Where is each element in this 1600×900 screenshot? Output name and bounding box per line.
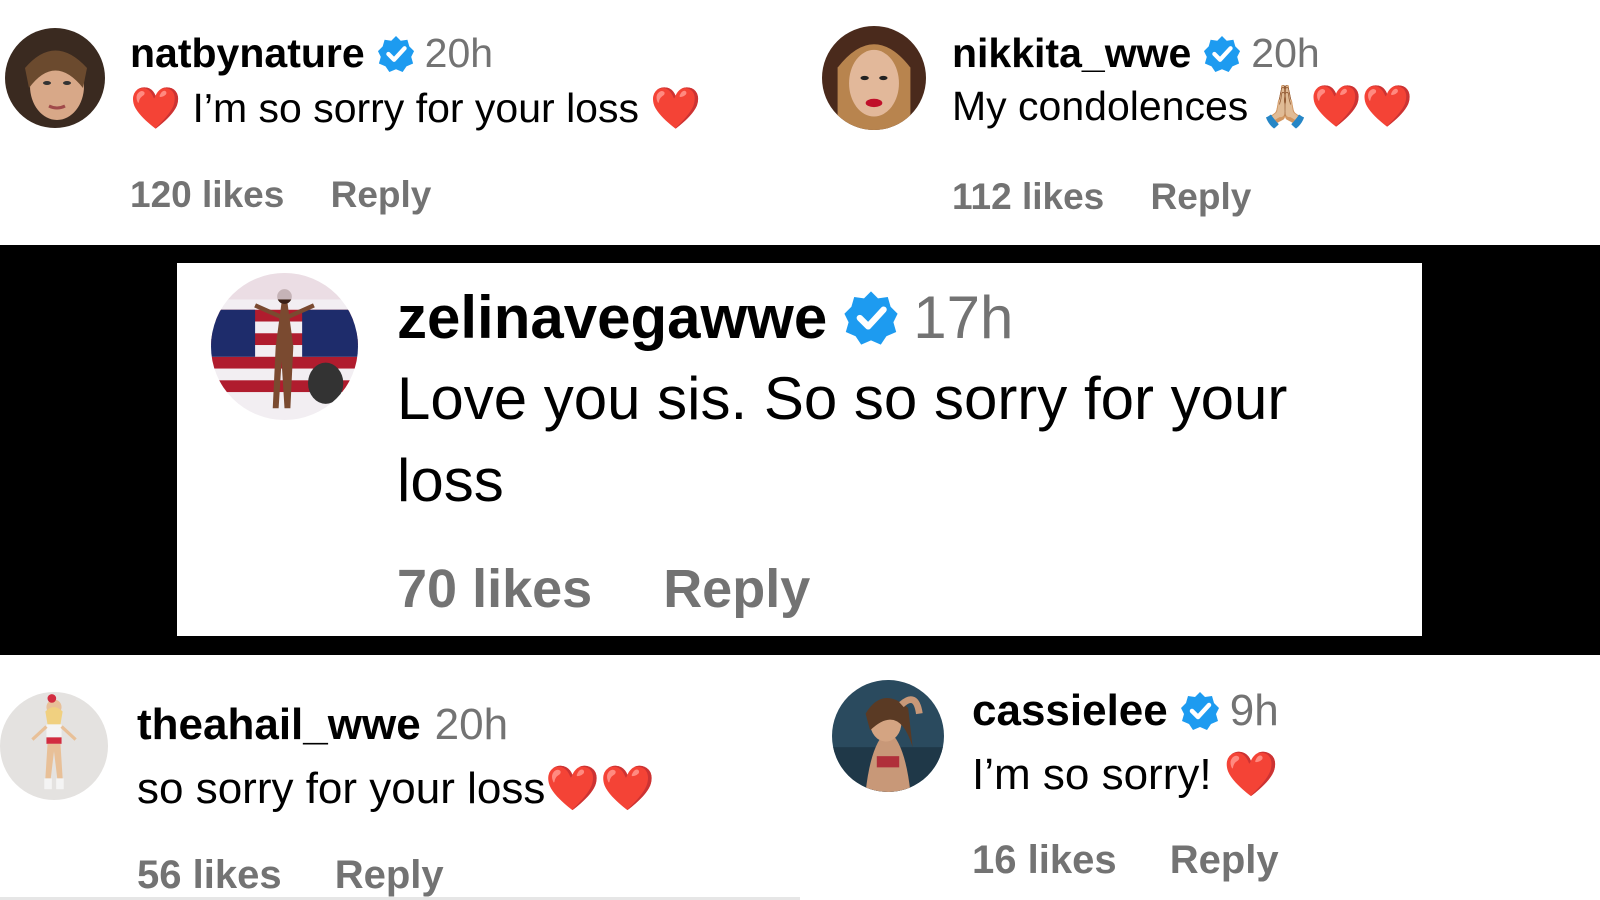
username[interactable]: zelinavegawwe (397, 283, 827, 352)
verified-badge-icon (1180, 691, 1220, 731)
avatar[interactable] (211, 273, 358, 420)
heart-emoji-icon: ❤️ (130, 85, 182, 131)
avatar[interactable] (822, 26, 926, 130)
likes-count[interactable]: 112 likes (952, 176, 1104, 218)
comment-text: Love you sis. So so sorry for your loss (397, 358, 1287, 522)
comment-zelinavegawwe: zelinavegawwe 17h Love you sis. So so so… (177, 263, 1422, 636)
timestamp: 20h (424, 30, 494, 76)
likes-count[interactable]: 120 likes (130, 174, 284, 216)
reply-button[interactable]: Reply (1151, 176, 1252, 218)
heart-emoji-icon: ❤️❤️ (545, 764, 655, 813)
avatar[interactable] (0, 692, 108, 800)
avatar[interactable] (832, 680, 944, 792)
username[interactable]: natbynature (130, 30, 365, 77)
reply-button[interactable]: Reply (663, 558, 810, 620)
reply-button[interactable]: Reply (331, 174, 432, 216)
comment-text-line-1: Love you sis. So so sorry for your (397, 365, 1288, 432)
avatar[interactable] (5, 28, 105, 128)
heart-emoji-icon: ❤️ (650, 85, 702, 131)
verified-badge-icon (843, 290, 899, 346)
comment-text-line-2: loss (397, 447, 504, 514)
likes-count[interactable]: 16 likes (972, 838, 1117, 883)
reply-button[interactable]: Reply (1170, 838, 1279, 883)
username[interactable]: theahail_wwe (137, 700, 421, 750)
verified-badge-icon (377, 35, 415, 73)
comment-text: I’m so sorry! ❤️ (972, 750, 1279, 799)
reply-button[interactable]: Reply (335, 853, 444, 898)
heart-emoji-icon: ❤️ (1223, 750, 1279, 799)
username[interactable]: cassielee (972, 686, 1168, 736)
username[interactable]: nikkita_wwe (952, 30, 1191, 77)
comment-text: My condolences 🙏🏼❤️❤️ (952, 83, 1413, 129)
emoji-icon: 🙏🏼❤️❤️ (1259, 83, 1413, 129)
timestamp: 9h (1229, 686, 1279, 735)
timestamp: 20h (1251, 30, 1320, 76)
comment-text: so sorry for your loss❤️❤️ (137, 764, 655, 813)
timestamp: 17h (913, 284, 1014, 351)
verified-badge-icon (1203, 35, 1241, 73)
likes-count[interactable]: 70 likes (397, 558, 592, 620)
timestamp: 20h (434, 700, 509, 749)
comment-text: ❤️ I’m so sorry for your loss ❤️ (130, 85, 702, 131)
likes-count[interactable]: 56 likes (137, 853, 282, 898)
